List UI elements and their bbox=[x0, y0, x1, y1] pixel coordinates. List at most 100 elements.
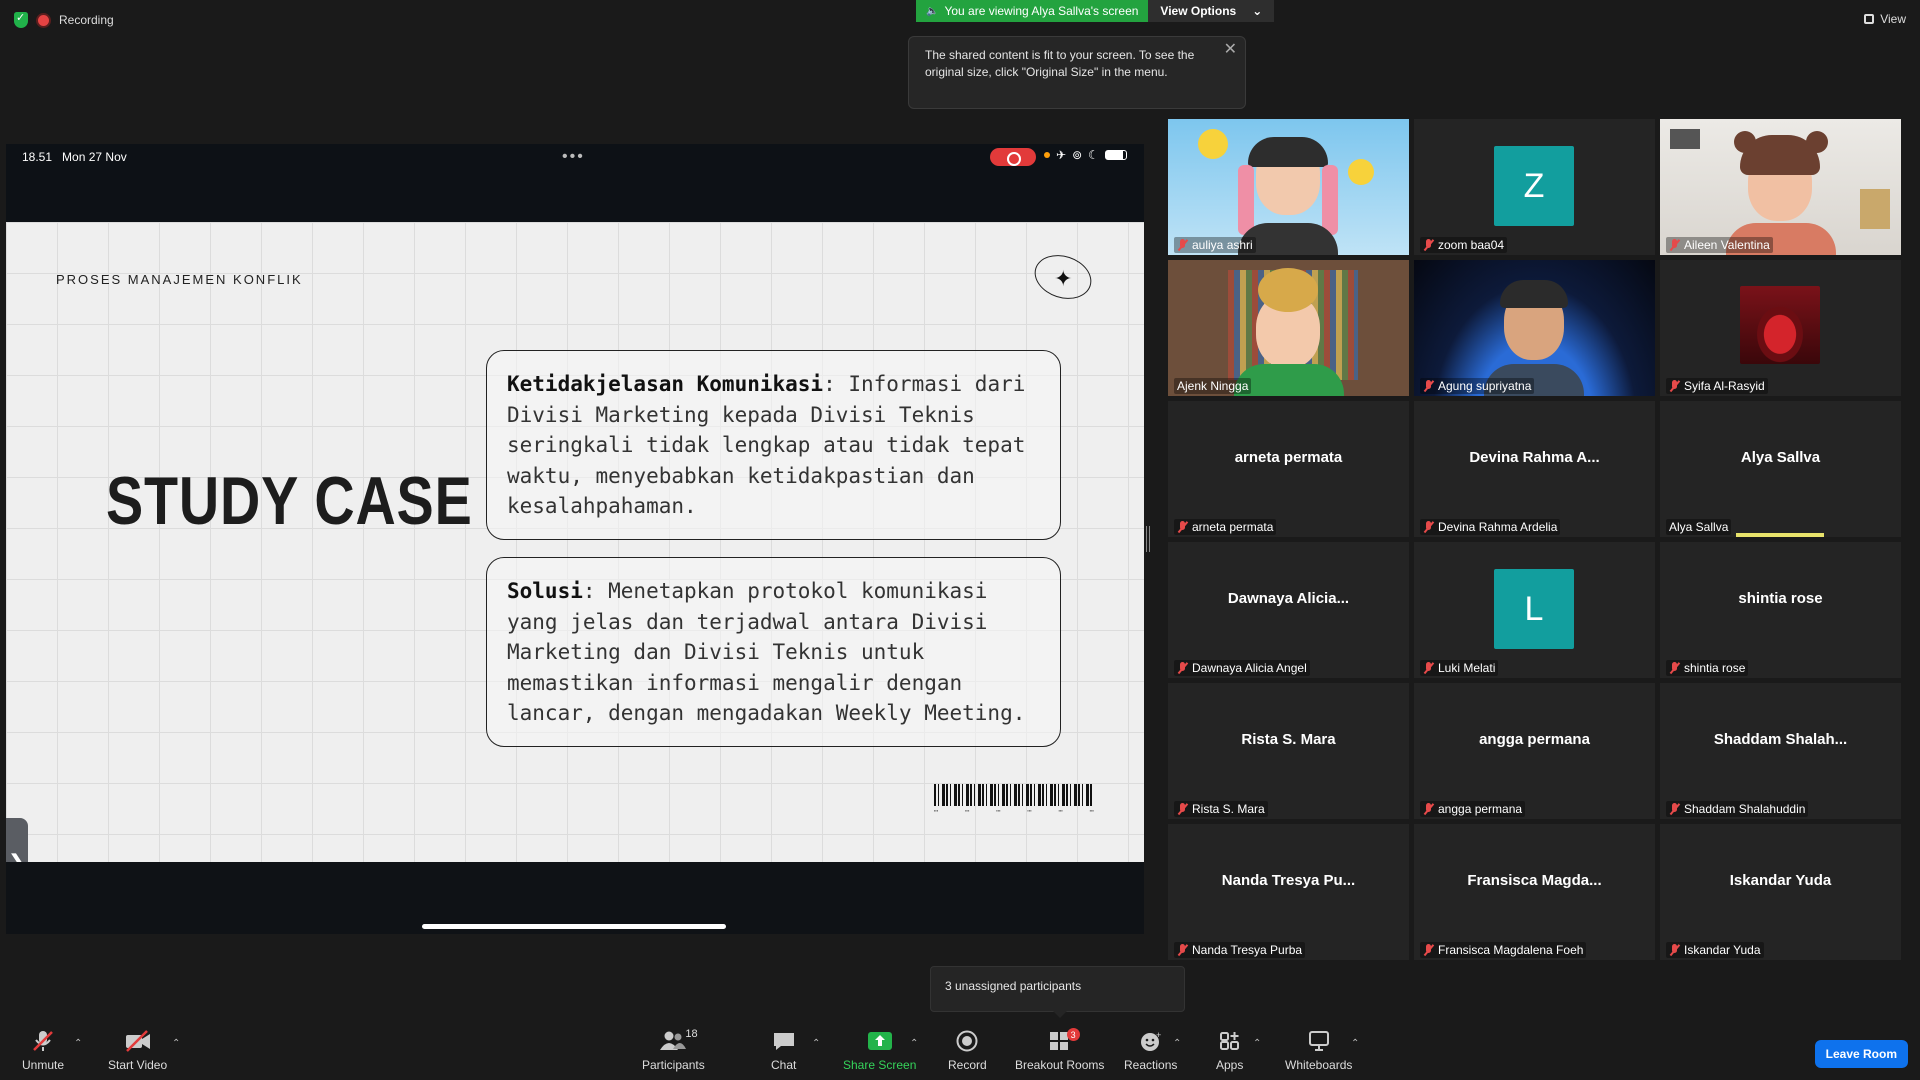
participant-avatar bbox=[1414, 260, 1655, 396]
participant-tile[interactable]: Dawnaya Alicia... Dawnaya Alicia Angel bbox=[1168, 542, 1409, 678]
more-dots-icon: ••• bbox=[562, 148, 585, 165]
unmute-button[interactable]: Unmute bbox=[22, 1030, 64, 1072]
viewing-status: 🔈 You are viewing Alya Sallva's screen bbox=[916, 0, 1149, 22]
start-video-button[interactable]: Start Video bbox=[108, 1030, 167, 1072]
shield-icon[interactable] bbox=[14, 11, 28, 28]
apps-button[interactable]: Apps bbox=[1216, 1030, 1243, 1072]
share-options-caret[interactable]: ⌃ bbox=[910, 1038, 918, 1049]
solution-body: : Menetapkan protokol komunikasi yang je… bbox=[507, 579, 1026, 725]
participant-tile[interactable]: Iskandar Yuda Iskandar Yuda bbox=[1660, 824, 1901, 960]
solution-heading: Solusi bbox=[507, 579, 583, 603]
participant-tile[interactable]: shintia rose shintia rose bbox=[1660, 542, 1901, 678]
participant-name-label: angga permana bbox=[1420, 801, 1526, 817]
muted-mic-icon bbox=[1423, 662, 1434, 674]
participant-tile[interactable]: Fransisca Magda... Fransisca Magdalena Fo… bbox=[1414, 824, 1655, 960]
grid-icon bbox=[1864, 14, 1875, 24]
record-icon bbox=[956, 1030, 978, 1052]
participant-tile[interactable]: Syifa Al-Rasyid bbox=[1660, 260, 1901, 396]
recording-indicator[interactable]: Recording bbox=[14, 11, 114, 28]
shared-screen[interactable]: 18.51 Mon 27 Nov ••• ✈ ⊚ ☾ PROSES MANAJE… bbox=[6, 144, 1144, 934]
muted-mic-icon bbox=[1669, 380, 1680, 392]
speaker-icon: 🔈 bbox=[926, 5, 939, 17]
participant-tile[interactable]: Alya Sallva Alya Sallva bbox=[1660, 401, 1901, 537]
audio-options-caret[interactable]: ⌃ bbox=[74, 1038, 82, 1049]
profile-photo bbox=[1740, 286, 1820, 364]
link-icon: ⊚ bbox=[1072, 148, 1083, 162]
whiteboards-button[interactable]: Whiteboards bbox=[1285, 1030, 1352, 1072]
presentation-slide: PROSES MANAJEMEN KONFLIK STUDY CASE ✦ Ke… bbox=[6, 222, 1144, 862]
initial-avatar: Z bbox=[1494, 146, 1574, 226]
view-options-button[interactable]: View Options ⌄ bbox=[1148, 0, 1275, 22]
participant-name-label: Fransisca Magdalena Foeh bbox=[1420, 942, 1587, 958]
speaking-indicator bbox=[1736, 533, 1824, 537]
participant-tile[interactable]: Ajenk Ningga bbox=[1168, 260, 1409, 396]
participant-display-name: Alya Sallva bbox=[1740, 448, 1821, 466]
participant-tile[interactable]: Devina Rahma A... Devina Rahma Ardelia bbox=[1414, 401, 1655, 537]
view-button[interactable]: View bbox=[1864, 12, 1906, 26]
participant-name: Syifa Al-Rasyid bbox=[1684, 379, 1765, 393]
participant-tile[interactable]: Zzoom baa04 bbox=[1414, 119, 1655, 255]
home-indicator bbox=[422, 924, 726, 929]
panel-resize-handle[interactable] bbox=[1146, 526, 1150, 552]
participant-display-name: angga permana bbox=[1479, 730, 1590, 748]
participant-tile[interactable]: Aileen Valentina bbox=[1660, 119, 1901, 255]
participant-name: arneta permata bbox=[1192, 520, 1274, 534]
solution-box: Solusi: Menetapkan protokol komunikasi y… bbox=[486, 557, 1061, 747]
participant-name: angga permana bbox=[1438, 802, 1523, 816]
participant-tile[interactable]: L Luki Melati bbox=[1414, 542, 1655, 678]
participant-gallery: auliya ashri Zzoom baa04 Aileen Valentina A… bbox=[1168, 119, 1908, 960]
breakout-badge: 3 bbox=[1066, 1028, 1080, 1041]
record-label: Record bbox=[948, 1058, 987, 1072]
reactions-button[interactable]: + Reactions bbox=[1124, 1030, 1177, 1072]
whiteboards-options-caret[interactable]: ⌃ bbox=[1351, 1038, 1359, 1049]
participant-name: Ajenk Ningga bbox=[1177, 379, 1249, 393]
muted-mic-icon bbox=[1669, 803, 1680, 815]
muted-mic-icon bbox=[1177, 239, 1188, 251]
video-off-icon bbox=[124, 1030, 152, 1052]
apps-options-caret[interactable]: ⌃ bbox=[1253, 1038, 1261, 1049]
record-button[interactable]: Record bbox=[948, 1030, 987, 1072]
participant-name: auliya ashri bbox=[1192, 238, 1253, 252]
participant-name: Shaddam Shalahuddin bbox=[1684, 802, 1806, 816]
participant-tile[interactable]: arneta permata arneta permata bbox=[1168, 401, 1409, 537]
problem-box: Ketidakjelasan Komunikasi: Informasi dar… bbox=[486, 350, 1061, 540]
video-options-caret[interactable]: ⌃ bbox=[172, 1038, 180, 1049]
participant-name: Dawnaya Alicia Angel bbox=[1192, 661, 1307, 675]
chat-button[interactable]: Chat bbox=[771, 1030, 796, 1072]
participants-count: 18 bbox=[685, 1028, 698, 1040]
ipad-time: 18.51 Mon 27 Nov bbox=[22, 150, 127, 164]
participant-tile[interactable]: Rista S. Mara Rista S. Mara bbox=[1168, 683, 1409, 819]
moon-icon: ☾ bbox=[1088, 148, 1099, 162]
participant-avatar bbox=[1168, 119, 1409, 255]
unassigned-text: 3 unassigned participants bbox=[945, 979, 1082, 993]
participant-tile[interactable]: Agung supriyatna bbox=[1414, 260, 1655, 396]
problem-heading: Ketidakjelasan Komunikasi bbox=[507, 372, 824, 396]
participant-tile[interactable]: auliya ashri bbox=[1168, 119, 1409, 255]
participant-name: Rista S. Mara bbox=[1192, 802, 1265, 816]
participants-button[interactable]: 18 Participants bbox=[642, 1028, 705, 1072]
close-icon[interactable]: ✕ bbox=[1224, 41, 1237, 58]
chat-options-caret[interactable]: ⌃ bbox=[812, 1038, 820, 1049]
breakout-rooms-button[interactable]: 3 Breakout Rooms bbox=[1015, 1028, 1104, 1072]
participant-tile[interactable]: angga permana angga permana bbox=[1414, 683, 1655, 819]
participant-display-name: Rista S. Mara bbox=[1241, 730, 1336, 748]
muted-mic-icon bbox=[1669, 662, 1680, 674]
breakout-rooms-icon: 3 bbox=[1048, 1028, 1080, 1052]
muted-mic-icon bbox=[1423, 380, 1434, 392]
participant-tile[interactable]: Nanda Tresya Pu... Nanda Tresya Purba bbox=[1168, 824, 1409, 960]
reactions-options-caret[interactable]: ⌃ bbox=[1173, 1038, 1181, 1049]
participant-name-label: Rista S. Mara bbox=[1174, 801, 1268, 817]
share-screen-icon bbox=[867, 1030, 893, 1052]
chevron-right-icon: ❯ bbox=[8, 850, 26, 862]
share-screen-button[interactable]: Share Screen bbox=[843, 1030, 916, 1072]
sparkle-star-icon: ✦ bbox=[1054, 266, 1073, 291]
participant-name-label: Devina Rahma Ardelia bbox=[1420, 519, 1561, 535]
muted-mic-icon bbox=[1423, 239, 1434, 251]
unassigned-popup[interactable]: 3 unassigned participants bbox=[930, 966, 1185, 1018]
sidebar-expand-button[interactable]: ❯ bbox=[6, 818, 28, 862]
muted-mic-icon bbox=[1177, 662, 1188, 674]
participant-tile[interactable]: Shaddam Shalah... Shaddam Shalahuddin bbox=[1660, 683, 1901, 819]
viewing-banner: 🔈 You are viewing Alya Sallva's screen V… bbox=[916, 0, 1275, 22]
leave-room-button[interactable]: Leave Room bbox=[1814, 1040, 1908, 1068]
initial-avatar: L bbox=[1494, 569, 1574, 649]
